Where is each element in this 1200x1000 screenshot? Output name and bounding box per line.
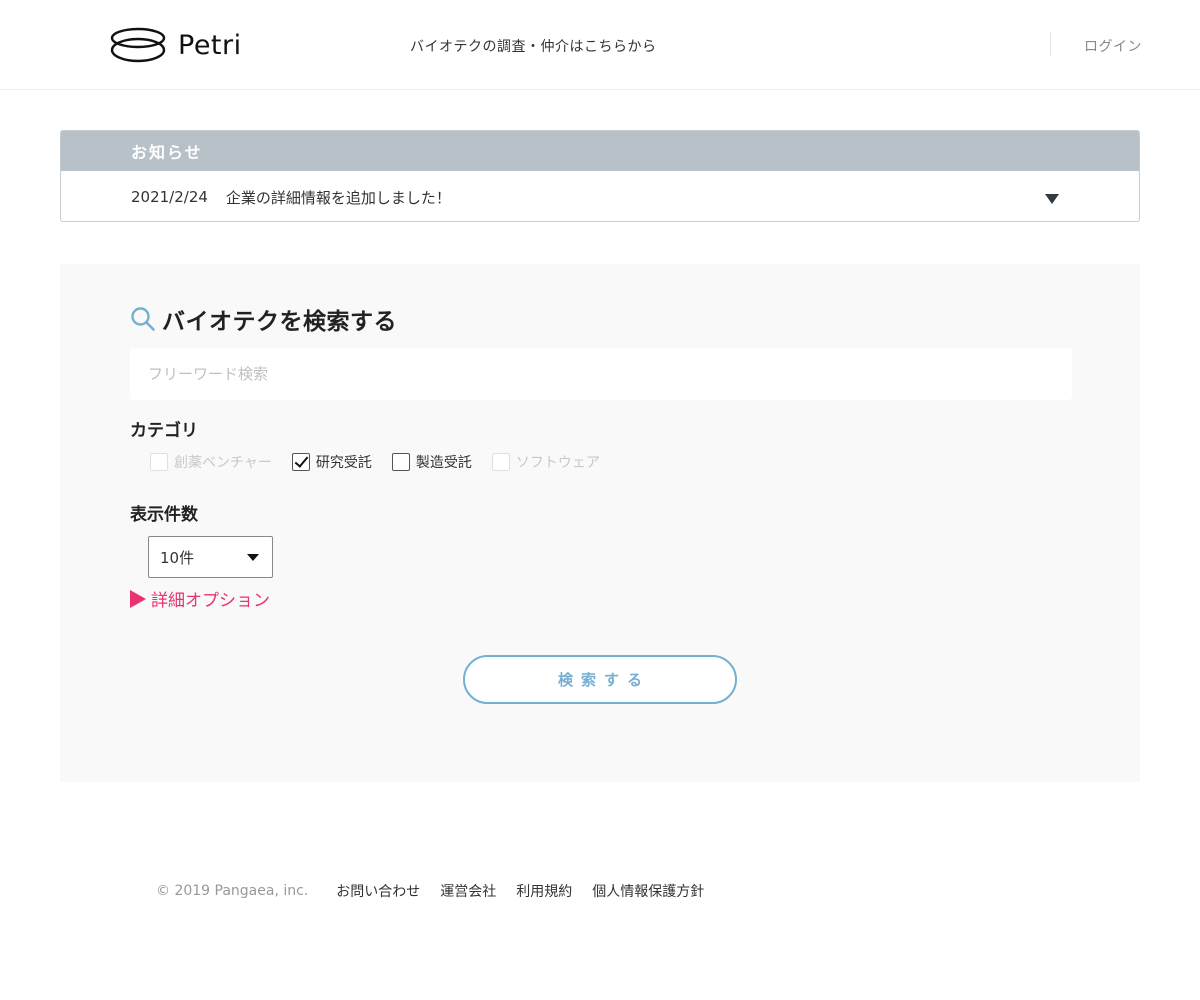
logo-text: Petri: [178, 29, 242, 61]
expand-triangle-icon[interactable]: [1045, 194, 1059, 204]
notice-date: 2021/2/24: [131, 188, 208, 206]
checkbox-research-contract[interactable]: [291, 453, 310, 471]
copyright: © 2019 Pangaea, inc.: [156, 883, 309, 899]
login-link[interactable]: ログイン: [1084, 36, 1142, 56]
result-count-select[interactable]: 10件: [148, 536, 273, 578]
search-icon: [131, 307, 155, 331]
footer-link-terms[interactable]: 利用規約: [516, 881, 572, 901]
petri-dish-icon: [110, 27, 166, 63]
result-count-value: 10件: [160, 548, 195, 567]
category-manufacturing-contract[interactable]: 製造受託: [391, 452, 472, 472]
checkbox-manufacturing-contract[interactable]: [391, 453, 410, 471]
search-button[interactable]: 検索する: [463, 655, 737, 704]
search-title: バイオテクを検索する: [130, 302, 397, 336]
notice-box: お知らせ 2021/2/24 企業の詳細情報を追加しました！: [60, 130, 1140, 222]
search-title-text: バイオテクを検索する: [162, 309, 397, 335]
checkbox-software[interactable]: [491, 453, 510, 471]
category-label: カテゴリ: [130, 421, 198, 441]
checkbox-label: ソフトウェア: [515, 455, 600, 471]
checkbox-label: 製造受託: [415, 455, 472, 471]
category-drug-venture[interactable]: 創薬ベンチャー: [150, 452, 272, 472]
freeword-search-input[interactable]: [130, 348, 1072, 400]
checkbox-drug-venture[interactable]: [150, 453, 168, 471]
logo[interactable]: Petri: [110, 26, 242, 64]
notice-heading: お知らせ: [131, 143, 203, 162]
detail-options-toggle[interactable]: 詳細オプション: [130, 586, 270, 611]
checkbox-label: 研究受託: [315, 455, 372, 471]
caret-down-icon: [247, 554, 259, 561]
footer-link-contact[interactable]: お問い合わせ: [336, 881, 420, 901]
site-header: Petri バイオテクの調査・仲介はこちらから ログイン: [0, 0, 1200, 90]
checkbox-label: 創薬ベンチャー: [174, 455, 272, 471]
header-tagline: バイオテクの調査・仲介はこちらから: [410, 39, 657, 55]
footer-link-company[interactable]: 運営会社: [440, 881, 496, 901]
footer-link-privacy[interactable]: 個人情報保護方針: [592, 881, 704, 901]
play-triangle-icon: [130, 589, 146, 608]
category-checkboxes: 創薬ベンチャー 研究受託 製造受託 ソフトウェア: [150, 452, 620, 472]
notice-item[interactable]: 2021/2/24 企業の詳細情報を追加しました！: [61, 171, 1139, 221]
category-research-contract[interactable]: 研究受託: [291, 452, 372, 472]
result-count-label: 表示件数: [130, 505, 198, 525]
category-software[interactable]: ソフトウェア: [491, 452, 600, 472]
search-panel: バイオテクを検索する カテゴリ 創薬ベンチャー 研究受託 製造受託 ソフトウェア…: [60, 264, 1140, 782]
header-divider: [1050, 32, 1051, 56]
notice-text: 企業の詳細情報を追加しました！: [225, 188, 451, 207]
detail-options-label: 詳細オプション: [151, 591, 270, 611]
site-footer: © 2019 Pangaea, inc. お問い合わせ 運営会社 利用規約 個人…: [156, 882, 724, 900]
notice-header: お知らせ: [61, 131, 1139, 171]
